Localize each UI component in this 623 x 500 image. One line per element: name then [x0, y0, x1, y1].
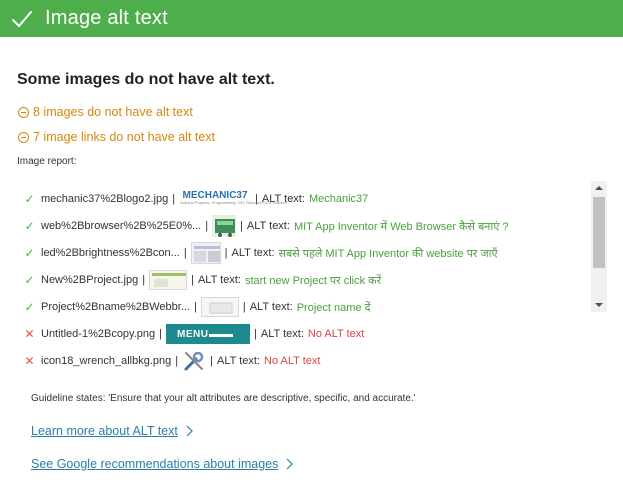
- separator: |: [142, 274, 146, 286]
- report-row: ✓ web%2Bbrowser%2B%25E0%... | | ALT text…: [22, 213, 509, 239]
- file-name: Project%2Bname%2BWebbr...: [41, 301, 190, 313]
- thumbnail-menu-text: MENU: [177, 329, 209, 340]
- report-row: ✓ New%2BProject.jpg | | ALT text: start …: [22, 267, 381, 293]
- separator: |: [191, 274, 194, 286]
- alt-text-value: Mechanic37: [308, 193, 369, 205]
- guideline-text: Guideline states: 'Ensure that your alt …: [31, 393, 416, 404]
- alt-text-value: start new Project पर click करें: [244, 274, 382, 287]
- issue-images-without-alt: 8 images do not have alt text: [18, 105, 193, 119]
- separator: |: [254, 328, 257, 340]
- link-label[interactable]: Learn more about ALT text: [31, 424, 178, 438]
- header-bar: Image alt text: [0, 0, 623, 37]
- image-report-label: Image report:: [17, 156, 77, 167]
- separator: |: [159, 328, 163, 340]
- check-icon: ✓: [24, 219, 35, 233]
- separator: |: [224, 247, 228, 259]
- chevron-right-icon: [186, 425, 193, 437]
- header-title: Image alt text: [45, 7, 168, 29]
- separator: |: [183, 247, 187, 259]
- chevron-right-icon: [286, 458, 294, 470]
- separator: |: [205, 220, 209, 232]
- menu-bars: [209, 334, 234, 337]
- report-row: ✓ led%2Bbrightness%2Bcon... | | ALT text…: [22, 240, 498, 266]
- check-icon: ✓: [24, 273, 35, 287]
- scrollbar-thumb[interactable]: [593, 197, 605, 268]
- separator: |: [240, 220, 243, 232]
- report-row: ✓ Project%2Bname%2BWebbr... | | ALT text…: [22, 294, 370, 320]
- mechanic37-logo-thumbnail: MECHANIC37 Arduino Projects, Programming…: [179, 189, 287, 209]
- alt-text-label: ALT text:: [197, 274, 241, 286]
- separator: |: [193, 301, 197, 313]
- file-name: mechanic37%2Blogo2.jpg: [41, 193, 169, 205]
- cross-icon: ✕: [24, 327, 35, 341]
- file-name: icon18_wrench_allbkg.png: [41, 355, 172, 367]
- menu-thumbnail: MENU: [166, 324, 251, 344]
- issue-text: 8 images do not have alt text: [33, 105, 193, 119]
- minus-circle-icon: [18, 131, 29, 143]
- browser-thumbnail: [212, 215, 237, 237]
- alt-text-value: No ALT text: [307, 328, 365, 340]
- alt-text-label: ALT text:: [231, 247, 275, 259]
- cross-icon: ✕: [24, 354, 35, 368]
- separator: |: [175, 355, 179, 367]
- report-row: ✕ Untitled-1%2Bcopy.png | MENU | ALT tex…: [22, 321, 364, 347]
- report-row: ✓ mechanic37%2Blogo2.jpg | MECHANIC37 Ar…: [22, 186, 368, 212]
- project-name-thumbnail: [200, 297, 239, 317]
- report-row: ✕ icon18_wrench_allbkg.png | | ALT text:…: [22, 348, 320, 374]
- alt-text-value: सबसे पहले MIT App Inventor की website पर…: [278, 247, 498, 260]
- separator: |: [172, 193, 176, 205]
- check-icon: ✓: [24, 246, 35, 260]
- file-name: Untitled-1%2Bcopy.png: [41, 328, 156, 340]
- project-thumbnail: [149, 270, 188, 290]
- link-label[interactable]: See Google recommendations about images: [31, 457, 278, 471]
- minus-circle-icon: [18, 106, 29, 118]
- file-name: led%2Bbrightness%2Bcon...: [41, 247, 180, 259]
- alt-text-value: Project name दें: [296, 301, 371, 314]
- wrench-icon: [182, 349, 206, 373]
- check-icon: ✓: [24, 192, 35, 206]
- alt-text-label: ALT text:: [246, 220, 290, 232]
- alt-text-label: ALT text:: [216, 355, 260, 367]
- thumbnail-logo-subtext: Arduino Projects, Programming, DIY, Robo…: [180, 200, 287, 205]
- summary-headline: Some images do not have alt text.: [17, 71, 275, 88]
- issue-image-links-without-alt: 7 image links do not have alt text: [18, 130, 215, 144]
- alt-text-label: ALT text:: [249, 301, 293, 313]
- report-scrollbar[interactable]: [591, 181, 607, 312]
- alt-text-value: MIT App Inventor में Web Browser कैसे बन…: [293, 220, 509, 233]
- check-icon: ✓: [24, 300, 35, 314]
- file-name: web%2Bbrowser%2B%25E0%...: [41, 220, 202, 232]
- scroll-down-arrow-icon[interactable]: [595, 303, 603, 307]
- file-name: New%2BProject.jpg: [41, 274, 139, 286]
- issue-text: 7 image links do not have alt text: [33, 130, 216, 144]
- alt-text-label: ALT text:: [260, 328, 304, 340]
- google-recommendations-link[interactable]: See Google recommendations about images: [31, 457, 294, 471]
- separator: |: [242, 301, 246, 313]
- image-report-list[interactable]: ✓ mechanic37%2Blogo2.jpg | MECHANIC37 Ar…: [17, 181, 607, 376]
- alt-text-value: No ALT text: [264, 355, 321, 367]
- learn-more-alt-text-link[interactable]: Learn more about ALT text: [31, 424, 194, 438]
- check-icon: [12, 10, 32, 27]
- separator: |: [210, 355, 213, 367]
- led-thumbnail: [190, 242, 221, 264]
- scroll-up-arrow-icon[interactable]: [595, 186, 603, 190]
